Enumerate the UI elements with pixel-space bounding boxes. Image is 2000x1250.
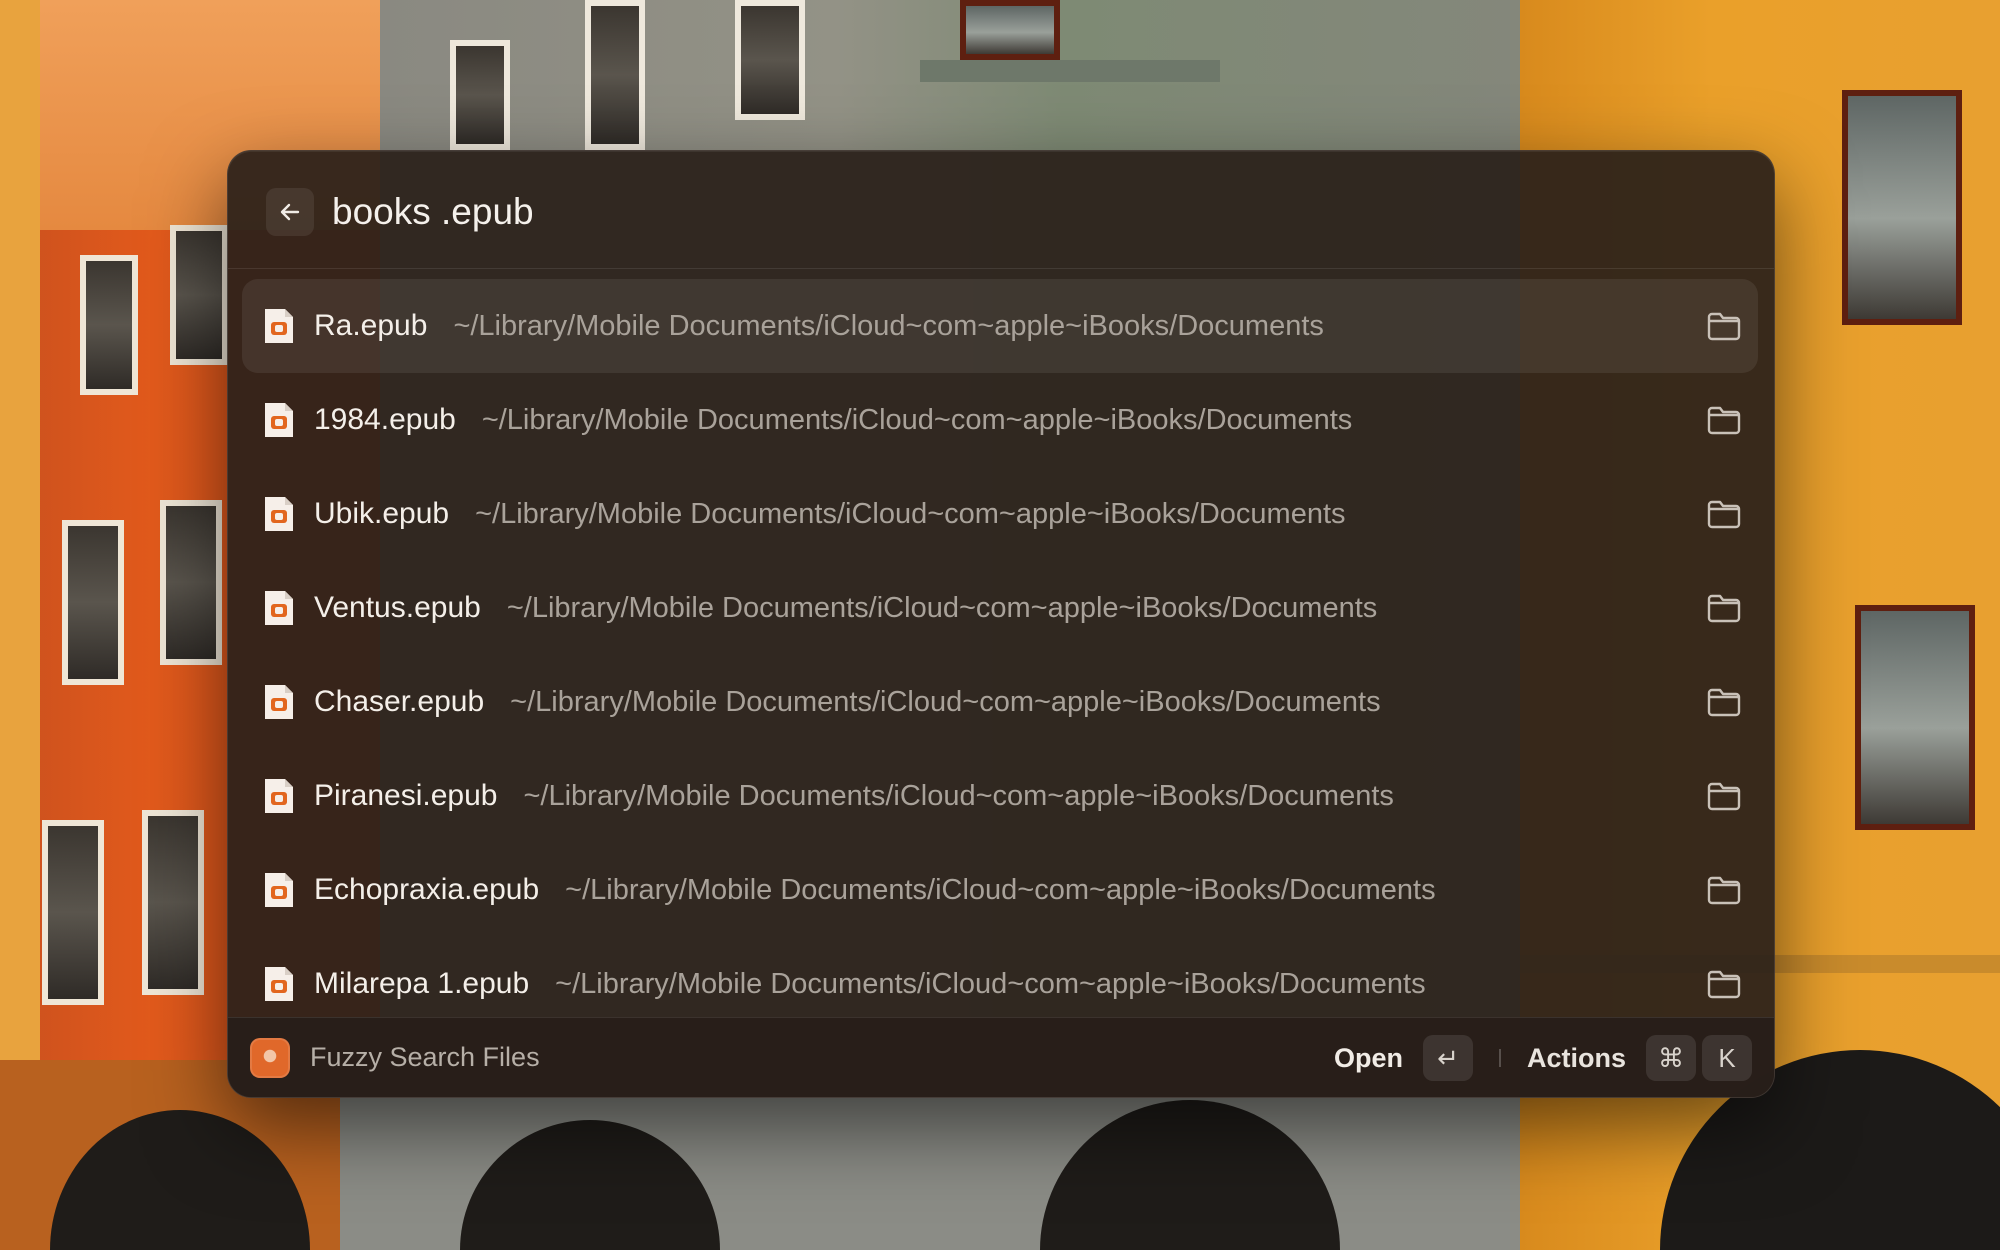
back-button[interactable] (266, 188, 314, 236)
search-bar (228, 151, 1774, 269)
search-input[interactable] (330, 181, 1434, 243)
result-row[interactable]: Chaser.epub ~/Library/Mobile Documents/iC… (242, 655, 1758, 749)
command-title: Fuzzy Search Files (310, 1042, 540, 1072)
folder-icon[interactable] (1706, 778, 1742, 814)
results-list: Ra.epub ~/Library/Mobile Documents/iCloud… (228, 279, 1774, 1097)
file-path: ~/Library/Mobile Documents/iCloud~com~ap… (506, 592, 1378, 624)
k-key-hint: K (1702, 1035, 1752, 1081)
file-name: Echopraxia.epub (314, 873, 540, 906)
launcher-window: Ra.epub ~/Library/Mobile Documents/iCloud… (227, 150, 1775, 1098)
wallpaper-ledge (920, 60, 1220, 82)
epub-file-icon (265, 967, 293, 1001)
action-separator (1498, 1049, 1501, 1067)
folder-icon[interactable] (1706, 308, 1742, 344)
epub-file-icon (265, 685, 293, 719)
file-path: ~/Library/Mobile Documents/iCloud~com~ap… (453, 310, 1324, 342)
file-name: Piranesi.epub (314, 779, 498, 812)
action-bar-controls: Open ↵ Actions ⌘ K (1334, 1034, 1752, 1082)
epub-file-icon (265, 779, 293, 813)
epub-file-icon (265, 591, 293, 625)
wallpaper-window (142, 810, 204, 995)
epub-file-icon (265, 403, 293, 437)
wallpaper-window (585, 0, 645, 150)
command-key-hint: ⌘ (1646, 1035, 1696, 1081)
open-action-button[interactable]: Open (1334, 1043, 1403, 1074)
wallpaper-window (170, 225, 228, 365)
file-path: ~/Library/Mobile Documents/iCloud~com~ap… (555, 968, 1426, 1000)
wallpaper-window (1842, 90, 1962, 325)
file-path: ~/Library/Mobile Documents/iCloud~com~ap… (475, 498, 1346, 530)
command-app-icon (250, 1038, 290, 1078)
file-name: Chaser.epub (314, 685, 485, 718)
epub-file-icon (265, 309, 293, 343)
file-name: Ventus.epub (314, 591, 481, 624)
actions-button[interactable]: Actions (1527, 1043, 1626, 1074)
file-path: ~/Library/Mobile Documents/iCloud~com~ap… (510, 686, 1381, 718)
file-name: Ubik.epub (314, 497, 450, 530)
wallpaper-window (62, 520, 124, 685)
result-row[interactable]: Piranesi.epub ~/Library/Mobile Documents/… (242, 749, 1758, 843)
folder-icon[interactable] (1706, 402, 1742, 438)
result-row[interactable]: Echopraxia.epub ~/Library/Mobile Document… (242, 843, 1758, 937)
file-path: ~/Library/Mobile Documents/iCloud~com~ap… (523, 780, 1394, 812)
enter-key-hint: ↵ (1422, 1035, 1473, 1081)
file-path: ~/Library/Mobile Documents/iCloud~com~ap… (481, 404, 1353, 436)
wallpaper-window (450, 40, 510, 150)
result-row[interactable]: Ventus.epub ~/Library/Mobile Documents/iC… (242, 561, 1758, 655)
file-name: 1984.epub (314, 403, 456, 436)
wallpaper-window (80, 255, 138, 395)
result-row[interactable]: 1984.epub ~/Library/Mobile Documents/iClo… (242, 373, 1758, 467)
wallpaper-window (735, 0, 805, 120)
wallpaper-window (960, 0, 1060, 60)
folder-icon[interactable] (1706, 684, 1742, 720)
arrow-left-icon (280, 203, 300, 221)
epub-file-icon (265, 497, 293, 531)
file-name: Ra.epub (314, 309, 428, 342)
wallpaper-window (42, 820, 104, 1005)
wallpaper-window (1855, 605, 1975, 830)
folder-icon[interactable] (1706, 590, 1742, 626)
epub-file-icon (265, 873, 293, 907)
folder-icon[interactable] (1706, 496, 1742, 532)
folder-icon[interactable] (1706, 872, 1742, 908)
action-bar: Fuzzy Search Files Open ↵ Actions ⌘ K (228, 1017, 1774, 1097)
wallpaper-window (160, 500, 222, 665)
result-row[interactable]: Ra.epub ~/Library/Mobile Documents/iCloud… (242, 279, 1758, 373)
file-name: Milarepa 1.epub (314, 967, 530, 1000)
file-path: ~/Library/Mobile Documents/iCloud~com~ap… (565, 874, 1436, 906)
result-row[interactable]: Ubik.epub ~/Library/Mobile Documents/iClo… (242, 467, 1758, 561)
folder-icon[interactable] (1706, 966, 1742, 1002)
